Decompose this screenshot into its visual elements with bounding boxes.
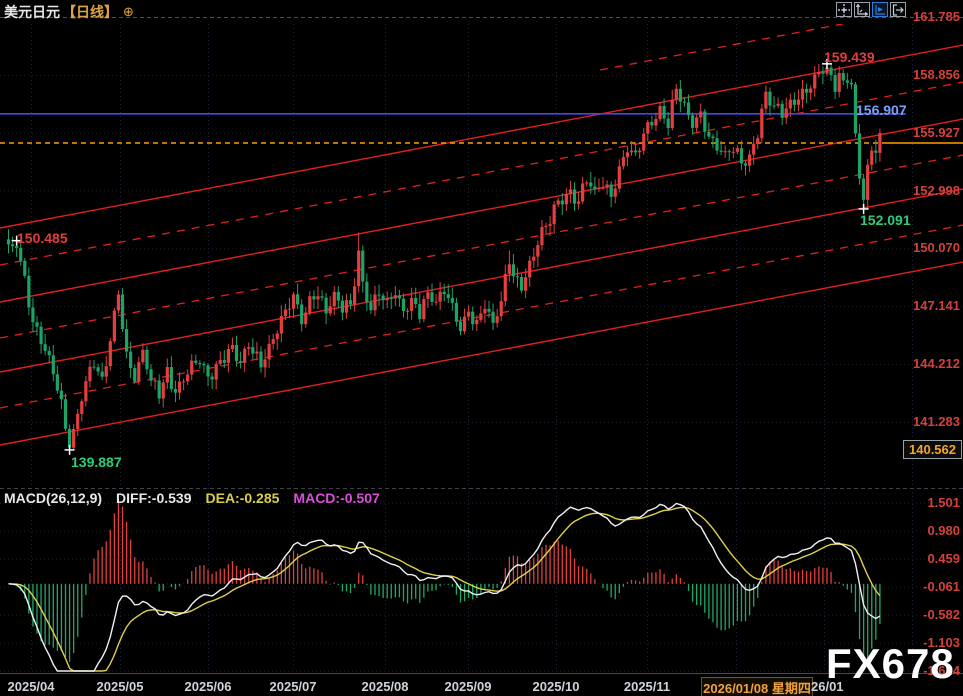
month-tick-label: 2025/09 — [428, 679, 508, 694]
macd-tick-label: 1.501 — [878, 495, 960, 510]
month-tick-label: 2025/11 — [607, 679, 687, 694]
macd-params-label: MACD(26,12,9) — [4, 490, 102, 506]
axis-scale-button[interactable] — [854, 2, 870, 17]
macd-pane — [9, 500, 880, 671]
month-tick-label: 2025/10 — [516, 679, 596, 694]
month-tick-label: 2025/04 — [0, 679, 71, 694]
pan-tool-button[interactable] — [836, 2, 852, 17]
macd-tick-label: 0.980 — [878, 523, 960, 538]
move-icon — [838, 4, 850, 16]
price-tick-label: 147.141 — [878, 298, 960, 313]
macd-tick-label: 0.459 — [878, 551, 960, 566]
macd-tick-label: -0.061 — [878, 579, 960, 594]
candles — [7, 64, 882, 450]
macd-diff-value: DIFF:-0.539 — [116, 490, 191, 506]
price-tick-label: 158.856 — [878, 67, 960, 82]
period-tag: 【日线】 — [62, 2, 118, 22]
price-tick-label: 144.212 — [878, 356, 960, 371]
month-tick-label: 2025/08 — [345, 679, 425, 694]
chart-canvas[interactable] — [0, 0, 963, 696]
annotation-recent-low: 152.091 — [860, 212, 911, 228]
month-tick-label: 2025/07 — [253, 679, 333, 694]
macd-hist-value: MACD:-0.507 — [293, 490, 379, 506]
price-tick-label: 161.785 — [878, 9, 960, 24]
watermark: FX678 — [826, 640, 955, 688]
add-indicator-icon[interactable]: ⊕ — [123, 4, 134, 20]
annotation-markers — [12, 59, 869, 455]
macd-dea-value: DEA:-0.285 — [206, 490, 280, 506]
blue-level-label: 156.907 — [856, 102, 907, 118]
price-tick-label: 155.927 — [878, 125, 960, 140]
symbol-title: 美元日元 — [4, 2, 60, 22]
price-alert-box: 140.562 — [903, 440, 962, 459]
axis-arrows-icon — [856, 4, 868, 16]
annotation-low-price: 139.887 — [71, 454, 122, 470]
title-bar: 美元日元 【日线】 ⊕ — [4, 3, 134, 21]
macd-tick-label: -0.582 — [878, 607, 960, 622]
price-tick-label: 141.283 — [878, 414, 960, 429]
price-tick-label: 150.070 — [878, 240, 960, 255]
chart-window: 美元日元 【日线】 ⊕ — [0, 0, 963, 696]
macd-header: MACD(26,12,9) DIFF:-0.539 DEA:-0.285 MAC… — [4, 490, 380, 506]
level-lines — [0, 114, 963, 143]
month-tick-label: 2025/05 — [80, 679, 160, 694]
crosshair-date-label: 2026/01/08 星期四 — [701, 677, 813, 696]
month-tick-label: 2025/06 — [168, 679, 248, 694]
annotation-high-price: 159.439 — [824, 49, 875, 65]
annotation-swing-high: 150.485 — [17, 230, 68, 246]
price-tick-label: 152.998 — [878, 183, 960, 198]
